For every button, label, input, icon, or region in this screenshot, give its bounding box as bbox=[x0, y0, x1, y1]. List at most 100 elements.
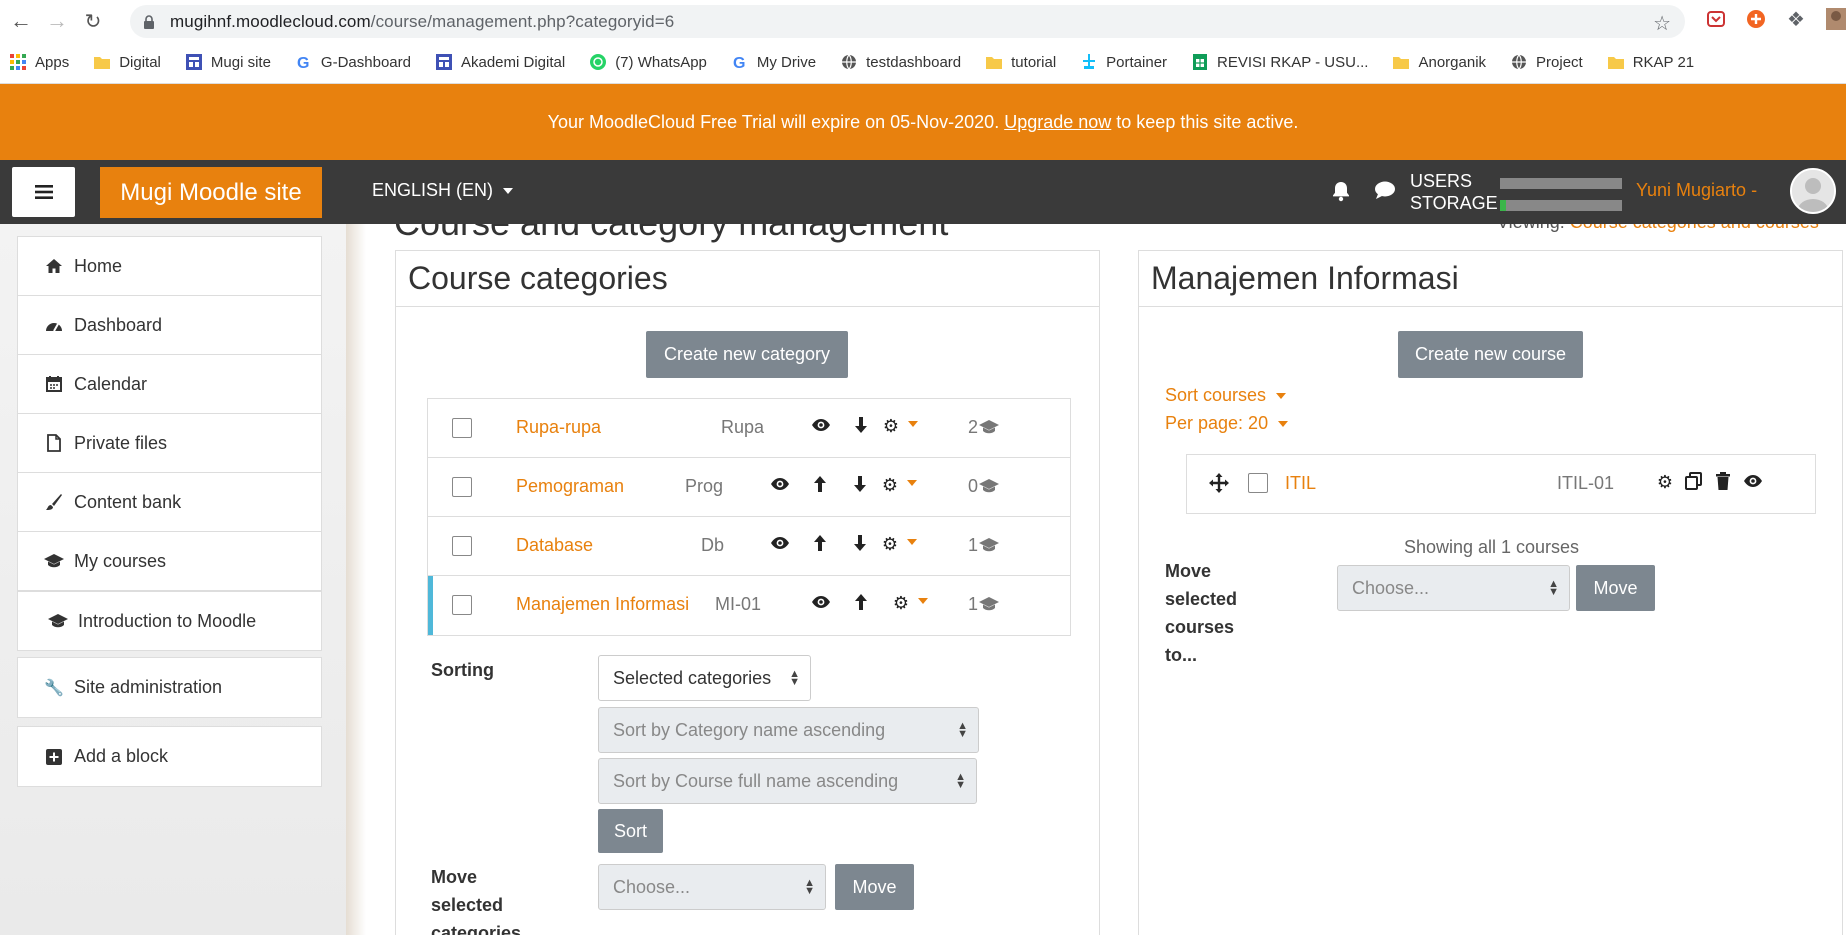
drawer-item-home[interactable]: Home bbox=[18, 237, 321, 296]
wrench-icon: 🔧 bbox=[44, 679, 64, 697]
bookmark-item[interactable]: Project bbox=[1511, 54, 1583, 71]
bookmark-item[interactable]: REVISI RKAP - USU... bbox=[1192, 54, 1368, 71]
drawer-edge bbox=[346, 224, 366, 935]
drawer-item-site-administration[interactable]: 🔧 Site administration bbox=[18, 658, 321, 717]
move-handle-icon[interactable] bbox=[1208, 472, 1230, 499]
bookmark-label: G-Dashboard bbox=[320, 53, 411, 71]
course-name-link[interactable]: ITIL bbox=[1285, 473, 1316, 494]
drawer-item-private-files[interactable]: Private files bbox=[18, 414, 321, 473]
eye-icon[interactable] bbox=[770, 534, 790, 555]
course-count-value: 2 bbox=[968, 417, 979, 437]
bookmark-star-icon[interactable]: ☆ bbox=[1653, 11, 1671, 36]
eye-icon[interactable] bbox=[811, 593, 831, 614]
bookmark-item[interactable]: G My Drive bbox=[732, 54, 816, 71]
eye-icon[interactable] bbox=[811, 416, 831, 437]
language-menu[interactable]: ENGLISH (EN) bbox=[372, 180, 514, 201]
notifications-bell-icon[interactable] bbox=[1331, 180, 1351, 208]
gear-icon[interactable]: ⚙ bbox=[891, 593, 911, 614]
category-select-checkbox[interactable] bbox=[452, 536, 472, 556]
bookmark-item[interactable]: tutorial bbox=[986, 54, 1056, 71]
upgrade-now-link[interactable]: Upgrade now bbox=[1004, 112, 1111, 133]
category-name-link[interactable]: Database bbox=[516, 535, 593, 556]
category-name-link[interactable]: Rupa-rupa bbox=[516, 417, 601, 438]
arrow-up-icon[interactable] bbox=[810, 475, 830, 498]
gear-icon[interactable]: ⚙ bbox=[881, 416, 901, 437]
category-name-link[interactable]: Manajemen Informasi bbox=[516, 594, 689, 615]
bookmark-item[interactable]: (7) WhatsApp bbox=[590, 54, 707, 71]
eye-icon[interactable] bbox=[1743, 472, 1763, 493]
eye-icon[interactable] bbox=[770, 475, 790, 496]
sorting-scope-select[interactable]: Selected categories ▲ ▼ bbox=[598, 655, 811, 701]
select-arrows-icon: ▲ ▼ bbox=[1548, 578, 1559, 598]
sort-courses-menu[interactable]: Sort courses bbox=[1165, 385, 1287, 406]
user-menu-name[interactable]: Yuni Mugiarto - bbox=[1636, 180, 1757, 201]
bookmark-item[interactable]: testdashboard bbox=[841, 54, 961, 71]
browser-chrome: ← → ↻ mugihnf.moodlecloud.com/course/man… bbox=[0, 0, 1846, 84]
hamburger-menu-icon[interactable] bbox=[12, 167, 75, 217]
gear-icon[interactable]: ⚙ bbox=[1655, 472, 1675, 493]
browser-nav-buttons: ← → ↻ bbox=[8, 8, 106, 34]
create-new-course-button[interactable]: Create new course bbox=[1398, 331, 1583, 378]
gear-icon[interactable]: ⚙ bbox=[880, 475, 900, 496]
bookmark-item[interactable]: Portainer bbox=[1081, 54, 1167, 71]
move-categories-select[interactable]: Choose... ▲ ▼ bbox=[598, 864, 826, 910]
viewing-value-link[interactable]: Course categories and courses bbox=[1570, 224, 1819, 232]
bookmark-item[interactable]: Akademi Digital bbox=[435, 54, 565, 71]
move-courses-select[interactable]: Choose... ▲ ▼ bbox=[1337, 565, 1570, 611]
copy-icon[interactable] bbox=[1684, 472, 1704, 495]
category-select-checkbox[interactable] bbox=[452, 418, 472, 438]
course-count-value: 1 bbox=[968, 594, 979, 614]
profile-avatar-icon[interactable] bbox=[1825, 8, 1846, 30]
drawer-item-introduction-to-moodle[interactable]: Introduction to Moodle bbox=[18, 591, 321, 650]
arrow-up-icon[interactable] bbox=[810, 534, 830, 557]
bookmark-item[interactable]: RKAP 21 bbox=[1607, 54, 1694, 71]
bookmark-item[interactable]: Anorganik bbox=[1393, 54, 1486, 71]
arrow-down-icon[interactable] bbox=[851, 416, 871, 439]
user-avatar[interactable] bbox=[1790, 168, 1836, 214]
move-categories-button[interactable]: Move bbox=[835, 864, 914, 910]
trash-icon[interactable] bbox=[1713, 472, 1733, 495]
gear-icon[interactable]: ⚙ bbox=[880, 534, 900, 555]
svg-text:G: G bbox=[297, 55, 309, 70]
back-arrow-icon[interactable]: ← bbox=[8, 8, 34, 34]
chevron-down-icon[interactable] bbox=[907, 480, 917, 486]
course-select-checkbox[interactable] bbox=[1248, 473, 1268, 493]
move-courses-button[interactable]: Move bbox=[1576, 565, 1655, 611]
sort-by-category-select[interactable]: Sort by Category name ascending ▲ ▼ bbox=[598, 707, 979, 753]
pocket-extension-icon[interactable] bbox=[1705, 8, 1727, 30]
create-new-category-button[interactable]: Create new category bbox=[646, 331, 848, 378]
category-name-link[interactable]: Pemograman bbox=[516, 476, 624, 497]
bookmark-item[interactable]: Digital bbox=[94, 54, 161, 71]
site-name-button[interactable]: Mugi Moodle site bbox=[100, 167, 322, 218]
showing-courses-text: Showing all 1 courses bbox=[1403, 537, 1580, 557]
bookmark-item[interactable]: Apps bbox=[10, 54, 69, 71]
graduation-cap-icon bbox=[979, 537, 1000, 558]
forward-arrow-icon[interactable]: → bbox=[44, 8, 70, 34]
drawer-item-my-courses[interactable]: My courses bbox=[18, 532, 321, 591]
bookmark-item[interactable]: G G-Dashboard bbox=[296, 54, 411, 71]
category-select-checkbox[interactable] bbox=[452, 595, 472, 615]
address-bar[interactable]: mugihnf.moodlecloud.com/course/managemen… bbox=[130, 5, 1685, 38]
add-block-button[interactable]: Add a block bbox=[18, 727, 321, 786]
reload-icon[interactable]: ↻ bbox=[80, 8, 106, 34]
arrow-down-icon[interactable] bbox=[850, 534, 870, 557]
drawer-item-content-bank[interactable]: Content bank bbox=[18, 473, 321, 532]
puzzle-extensions-icon[interactable]: ❖ bbox=[1785, 8, 1807, 31]
drawer-item-dashboard[interactable]: Dashboard bbox=[18, 296, 321, 355]
per-page-menu[interactable]: Per page: 20 bbox=[1165, 413, 1289, 434]
sort-button[interactable]: Sort bbox=[598, 809, 663, 853]
sort-by-course-select[interactable]: Sort by Course full name ascending ▲ ▼ bbox=[598, 758, 977, 804]
drawer-main-group: Home Dashboard Calendar Private files Conten… bbox=[17, 236, 322, 651]
chevron-down-icon[interactable] bbox=[918, 598, 928, 604]
arrow-up-icon[interactable] bbox=[851, 593, 871, 616]
chevron-down-icon[interactable] bbox=[908, 421, 918, 427]
chevron-down-icon[interactable] bbox=[907, 539, 917, 545]
messages-chat-icon[interactable] bbox=[1374, 180, 1396, 206]
plus-extension-icon[interactable] bbox=[1745, 8, 1767, 30]
plus-square-icon bbox=[44, 748, 64, 765]
category-select-checkbox[interactable] bbox=[452, 477, 472, 497]
drawer-item-calendar[interactable]: Calendar bbox=[18, 355, 321, 414]
bookmark-item[interactable]: Mugi site bbox=[185, 54, 271, 71]
arrow-down-icon[interactable] bbox=[850, 475, 870, 498]
home-icon bbox=[44, 258, 64, 274]
